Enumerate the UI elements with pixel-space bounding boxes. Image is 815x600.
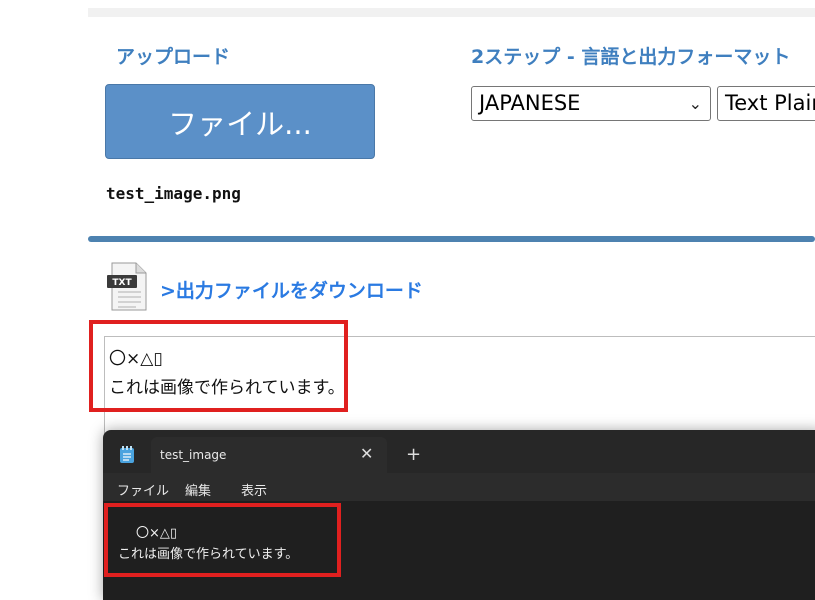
menu-file[interactable]: ファイル [117,480,169,499]
format-select-value: Text Plain [725,91,815,115]
language-select-value: JAPANESE [479,91,581,115]
txt-icon-label: TXT [112,278,132,288]
choose-file-button-label: ファイル... [168,106,312,141]
highlight-box-output [89,320,348,412]
chevron-down-icon: ⌄ [688,94,702,113]
selected-filename: test_image.png [106,184,241,203]
highlight-box-notepad [104,503,341,577]
language-select[interactable]: JAPANESE ⌄ [471,86,711,121]
choose-file-button[interactable]: ファイル... [105,84,375,159]
close-tab-icon[interactable]: ✕ [360,444,373,463]
notepad-app-icon [120,446,134,463]
new-tab-icon[interactable]: + [406,444,421,465]
upload-heading: アップロード [116,46,231,68]
menu-edit[interactable]: 編集 [185,480,211,499]
notepad-tab-title: test_image [160,448,227,462]
section-divider [88,236,815,242]
txt-file-icon: TXT [107,262,147,311]
format-select[interactable]: Text Plain [717,86,815,121]
menu-view[interactable]: 表示 [241,480,267,499]
download-output-link[interactable]: >出力ファイルをダウンロード [160,276,423,303]
top-bar [88,8,815,17]
step-heading: 2ステップ - 言語と出力フォーマット [471,46,791,68]
